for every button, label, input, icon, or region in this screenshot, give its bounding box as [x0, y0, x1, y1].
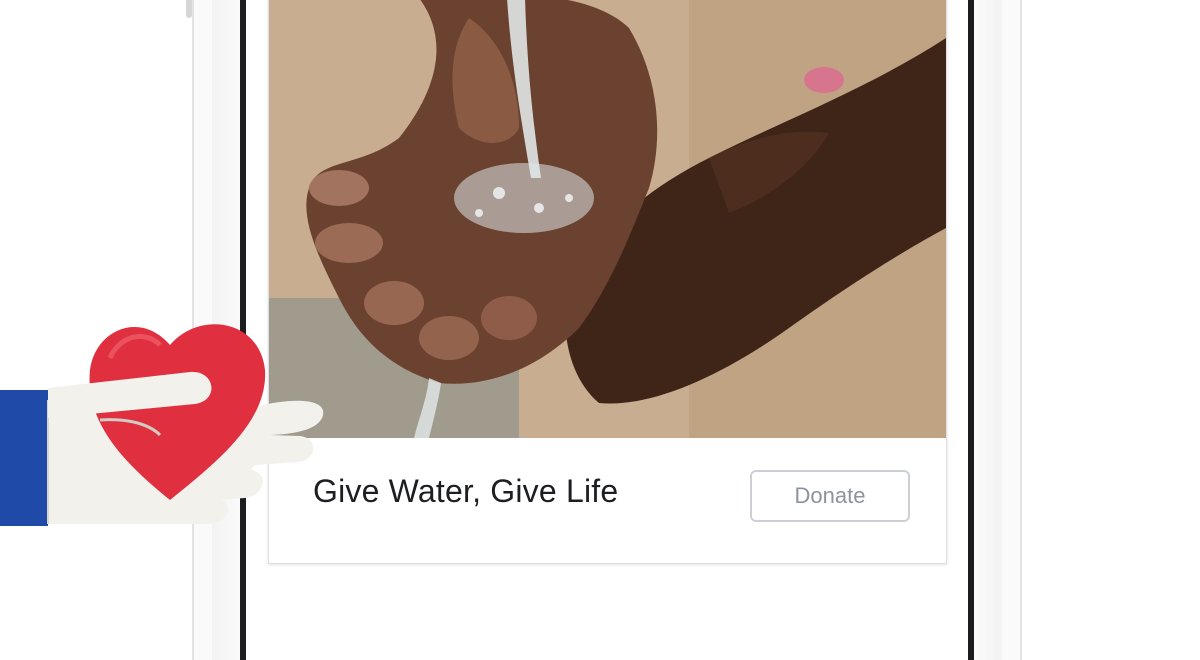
- sleeve-shape: [0, 390, 48, 526]
- water-hands-photo: [269, 0, 946, 438]
- hand-holding-heart-icon: [0, 324, 324, 526]
- fundraiser-photo[interactable]: [269, 0, 946, 438]
- phone-side-button: [186, 0, 192, 18]
- fundraiser-footer: Give Water, Give Life Donate: [269, 438, 946, 564]
- fundraiser-card: Give Water, Give Life Donate: [268, 0, 947, 564]
- donate-button[interactable]: Donate: [750, 470, 910, 522]
- fundraiser-title[interactable]: Give Water, Give Life: [313, 473, 618, 510]
